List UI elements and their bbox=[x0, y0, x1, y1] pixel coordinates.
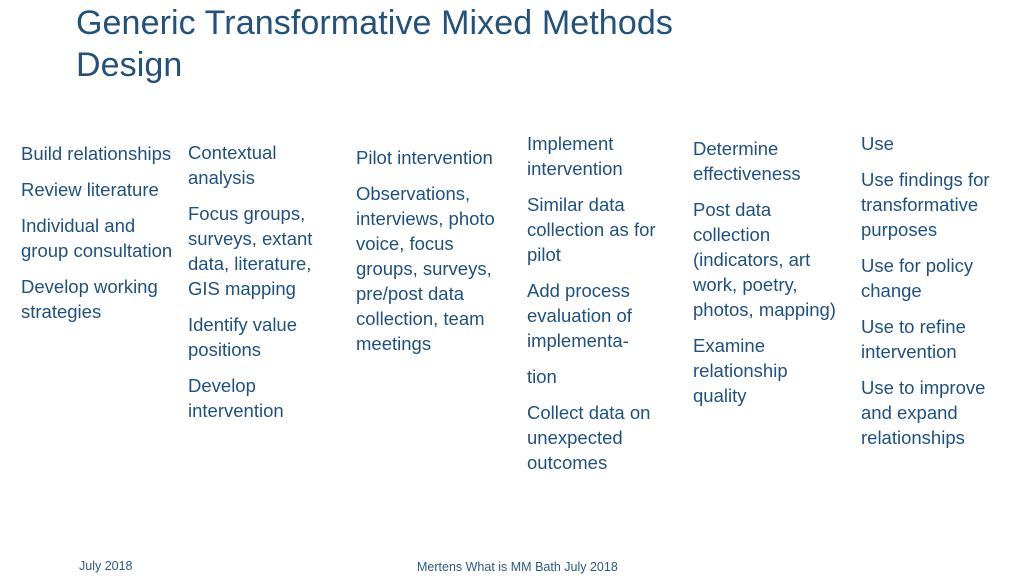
column-implement-intervention: Implement intervention Similar data coll… bbox=[527, 131, 679, 475]
column-use: Use Use findings for transformative purp… bbox=[861, 131, 1019, 450]
column-1-block-1: Build relationships bbox=[21, 143, 172, 164]
column-determine-effectiveness: Determine effectiveness Post data collec… bbox=[693, 136, 845, 408]
column-3-block-2: Observations, interviews, photo voice, f… bbox=[356, 183, 495, 354]
column-build-relationships: Build relationships Review literature In… bbox=[21, 141, 181, 324]
column-6-block-2: Use findings for transformative purposes bbox=[861, 169, 990, 240]
slide-canvas: Generic Transformative Mixed Methods Des… bbox=[0, 0, 1024, 576]
column-container: Build relationships Review literature In… bbox=[0, 0, 1024, 473]
column-1-block-2: Review literature bbox=[21, 179, 159, 200]
column-6-block-4: Use to refine intervention bbox=[861, 316, 966, 362]
column-6-block-1: Use bbox=[861, 133, 894, 154]
column-5-block-2: Post data collection (indicators, art wo… bbox=[693, 199, 836, 320]
column-4-block-3: Add process evaluation of implementa- bbox=[527, 280, 632, 351]
column-1-block-4: Develop working strategies bbox=[21, 276, 158, 322]
column-5-block-1: Determine effectiveness bbox=[693, 138, 801, 184]
column-4-block-5: Collect data on unexpected outcomes bbox=[527, 402, 651, 473]
column-6-block-3: Use for policy change bbox=[861, 255, 974, 301]
column-2-block-2: Focus groups, surveys, extant data, lite… bbox=[188, 203, 313, 299]
column-1-block-3: Individual and group consultation bbox=[21, 215, 173, 261]
column-4-block-2: Similar data collection as for pilot bbox=[527, 194, 656, 265]
column-2-block-3: Identify value positions bbox=[188, 314, 298, 360]
column-4-block-1: Implement intervention bbox=[527, 133, 623, 179]
column-contextual-analysis: Contextual analysis Focus groups, survey… bbox=[188, 140, 340, 423]
column-4-block-4: tion bbox=[527, 366, 557, 387]
column-2-block-4: Develop intervention bbox=[188, 375, 284, 421]
column-2-block-1: Contextual analysis bbox=[188, 142, 277, 188]
footer-attribution: Mertens What is MM Bath July 2018 bbox=[417, 560, 618, 574]
column-3-block-1: Pilot intervention bbox=[356, 147, 493, 168]
column-6-block-5: Use to improve and expand relationships bbox=[861, 377, 986, 448]
footer-date: July 2018 bbox=[79, 559, 133, 573]
column-pilot-intervention: Pilot intervention Observations, intervi… bbox=[356, 145, 508, 356]
column-5-block-3: Examine relationship quality bbox=[693, 335, 788, 406]
